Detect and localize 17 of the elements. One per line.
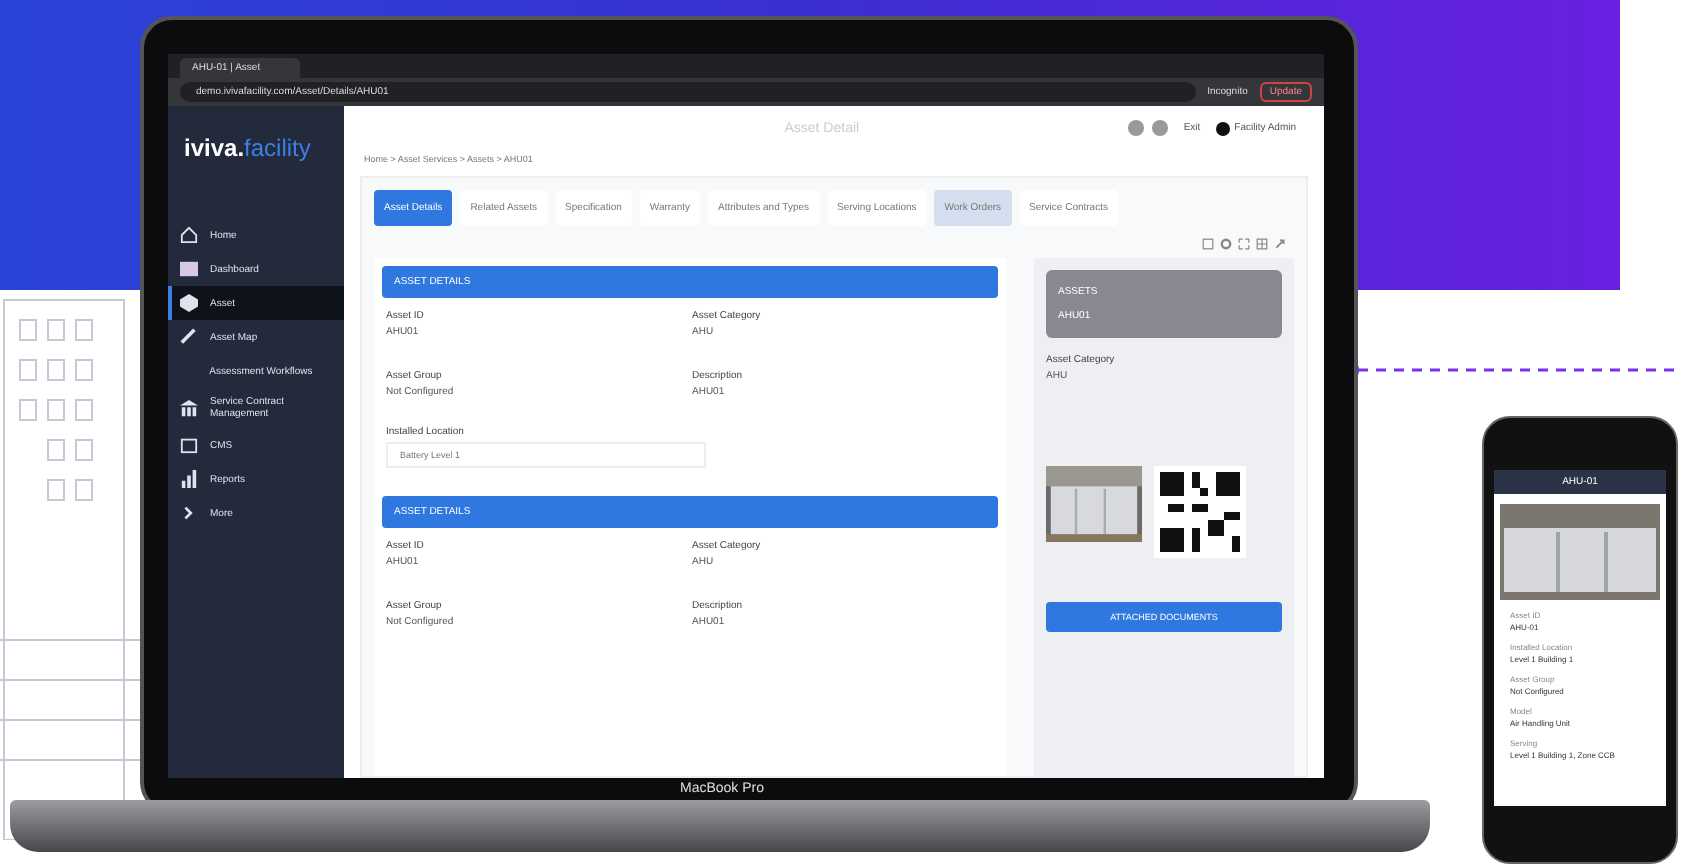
settings-icon[interactable] <box>1220 238 1232 250</box>
qr-code-icon <box>1154 466 1246 558</box>
expand-icon[interactable] <box>1238 238 1250 250</box>
chevron-icon <box>180 504 198 522</box>
avatar-icon <box>1216 121 1231 135</box>
dashboard-icon <box>180 260 198 278</box>
logo: iviva.facility <box>182 132 313 166</box>
bank-icon <box>180 399 198 417</box>
status-dot-icon <box>1127 120 1144 136</box>
chart-icon <box>180 470 198 488</box>
status-dot-icon <box>1151 120 1168 136</box>
grid-icon[interactable] <box>1256 238 1268 250</box>
pin-icon[interactable] <box>1274 238 1286 250</box>
cube-icon <box>180 294 198 312</box>
box-icon <box>180 436 198 454</box>
save-icon[interactable] <box>1202 238 1214 250</box>
home-icon <box>180 226 198 244</box>
